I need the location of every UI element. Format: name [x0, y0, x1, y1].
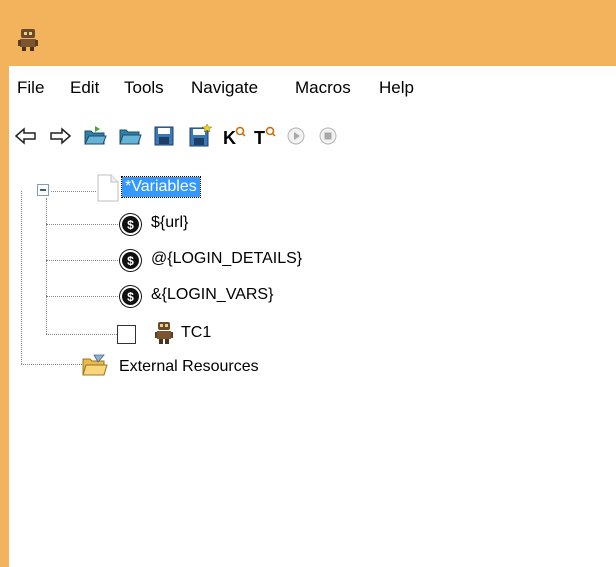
svg-text:K: K: [223, 128, 236, 147]
tree-connector-children: [46, 198, 47, 334]
forward-arrow-icon: [50, 127, 71, 145]
search-keywords-icon: K: [223, 126, 246, 147]
tree-connector-login-vars: [46, 296, 120, 297]
tree-connector-tc1: [46, 334, 117, 335]
toolbar: K T: [9, 114, 616, 160]
tree-node-variables[interactable]: *Variables: [121, 176, 201, 198]
tree-node-login-details[interactable]: @{LOGIN_DETAILS}: [151, 250, 302, 268]
tc1-checkbox[interactable]: [117, 325, 136, 344]
external-resources-folder-icon: [82, 354, 108, 376]
tree-connector-url: [46, 224, 120, 225]
application-window: File Edit Tools Navigate Macros Help K T…: [0, 0, 616, 567]
menu-help[interactable]: Help: [379, 78, 414, 98]
dollar-icon: $: [122, 216, 139, 233]
search-tests-button[interactable]: T: [252, 121, 278, 151]
open-project-button[interactable]: [82, 121, 108, 151]
file-icon: [97, 174, 119, 202]
tree-node-url[interactable]: ${url}: [151, 214, 188, 232]
run-icon: [287, 127, 305, 145]
tree-node-login-vars[interactable]: &{LOGIN_VARS}: [151, 286, 273, 304]
tree-connector-root: [21, 191, 22, 364]
tree-node-external-resources[interactable]: External Resources: [119, 358, 259, 376]
back-arrow-icon: [15, 127, 36, 145]
stop-button[interactable]: [315, 121, 341, 151]
test-case-robot-icon: [155, 322, 173, 344]
dollar-icon: $: [122, 252, 139, 269]
window-left-border: [0, 0, 9, 567]
project-tree: *Variables $ ${url} $ @{LOGIN_DETAILS} $…: [9, 160, 616, 567]
menu-macros[interactable]: Macros: [295, 78, 351, 98]
save-button[interactable]: [151, 121, 177, 151]
collapse-toggle[interactable]: [37, 184, 49, 196]
search-keywords-button[interactable]: K: [221, 121, 247, 151]
menu-edit[interactable]: Edit: [70, 78, 99, 98]
save-all-icon: [189, 124, 212, 147]
save-icon: [154, 126, 174, 146]
menu-tools[interactable]: Tools: [124, 78, 164, 98]
menu-file[interactable]: File: [17, 78, 44, 98]
svg-text:T: T: [254, 128, 265, 147]
title-bar[interactable]: [0, 0, 616, 66]
tree-node-tc1[interactable]: TC1: [181, 324, 211, 342]
run-button[interactable]: [283, 121, 309, 151]
menu-navigate[interactable]: Navigate: [191, 78, 258, 98]
save-all-button[interactable]: [187, 121, 213, 151]
folder-icon: [119, 129, 142, 145]
robot-app-icon: [18, 29, 38, 51]
forward-button[interactable]: [47, 121, 73, 151]
search-tests-icon: T: [254, 126, 276, 147]
dollar-icon: $: [122, 288, 139, 305]
open-folder-button[interactable]: [117, 121, 143, 151]
tree-connector-login-details: [46, 260, 120, 261]
open-folder-icon: [84, 126, 107, 145]
tree-connector-external: [21, 364, 82, 365]
menu-bar: File Edit Tools Navigate Macros Help: [9, 66, 616, 114]
stop-icon: [319, 127, 337, 145]
tree-connector-variables: [51, 191, 96, 192]
back-button[interactable]: [13, 121, 39, 151]
